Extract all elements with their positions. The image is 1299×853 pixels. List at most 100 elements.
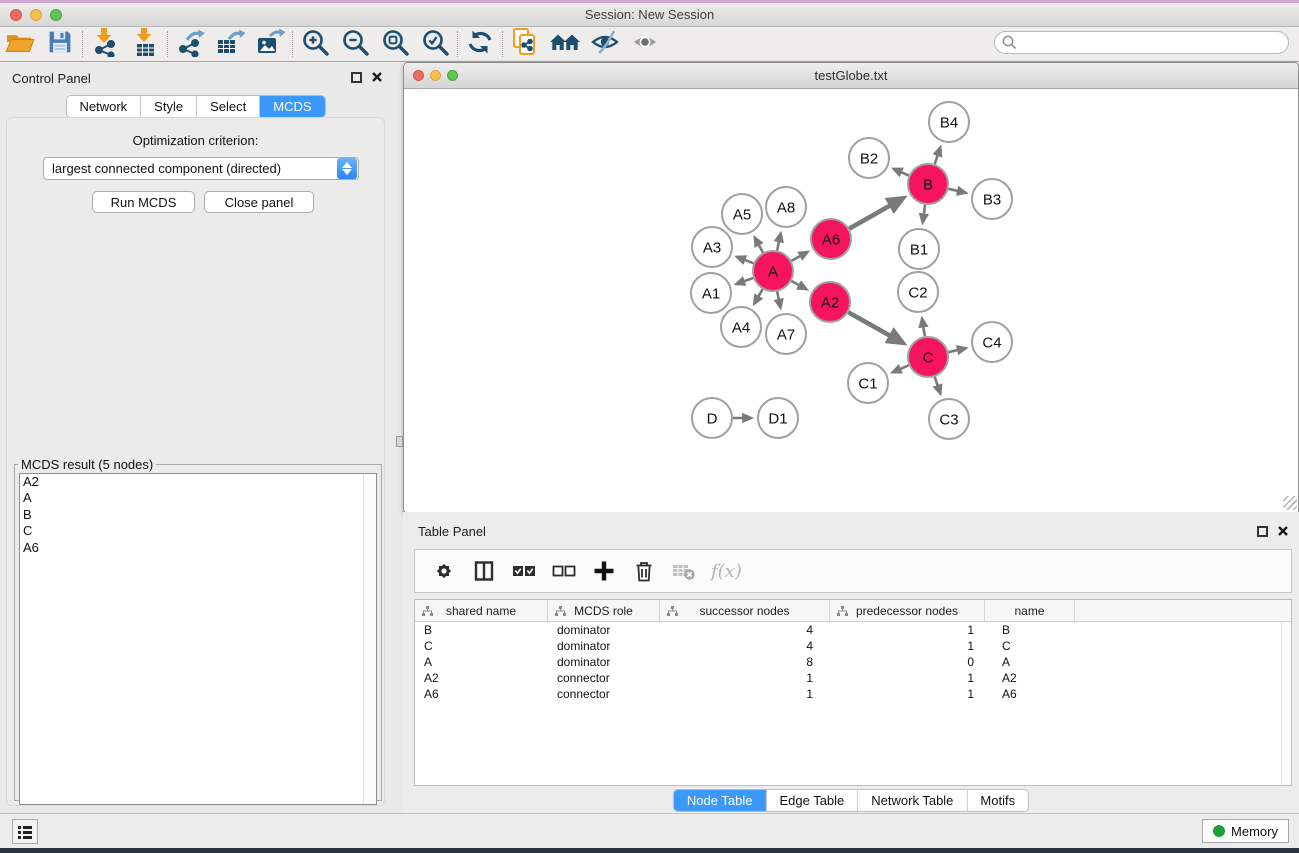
table-cell[interactable]: A2 — [985, 670, 1075, 686]
export-network-button[interactable] — [170, 29, 210, 60]
column-header-mcds-role[interactable]: MCDS role — [548, 600, 660, 621]
import-network-button[interactable] — [85, 29, 125, 60]
close-panel-icon[interactable] — [1277, 525, 1289, 537]
network-minimize-button[interactable] — [430, 70, 441, 81]
table-cell[interactable]: 1 — [830, 670, 985, 686]
graph-edge-B-B1[interactable] — [923, 205, 925, 223]
export-image-button[interactable] — [250, 29, 290, 60]
hide-graphics-details-button[interactable] — [585, 29, 625, 60]
graph-edge-B-B3[interactable] — [948, 189, 965, 193]
table-cell[interactable]: C — [415, 638, 548, 654]
mcds-result-item-C[interactable]: C — [20, 523, 376, 539]
graph-edge-B-B4[interactable] — [935, 148, 941, 165]
zoom-fit-button[interactable] — [375, 29, 415, 60]
graph-edge-A-A7[interactable] — [777, 292, 780, 308]
zoom-in-button[interactable] — [295, 29, 335, 60]
graph-edge-A2-C[interactable] — [848, 312, 902, 343]
graph-edge-C-C4[interactable] — [948, 348, 965, 352]
tab-network[interactable]: Network — [66, 96, 141, 117]
table-cell[interactable]: 4 — [660, 622, 830, 638]
table-cell[interactable]: A — [415, 654, 548, 670]
table-cell[interactable]: B — [415, 622, 548, 638]
close-panel-icon[interactable] — [371, 71, 383, 83]
float-panel-icon[interactable] — [1257, 526, 1268, 537]
graph-edge-C-C2[interactable] — [922, 319, 925, 337]
graph-edge-A-A2[interactable] — [791, 281, 806, 289]
column-header-shared-name[interactable]: shared name — [415, 600, 548, 621]
table-cell[interactable]: 8 — [660, 654, 830, 670]
graph-edge-A6-B[interactable] — [849, 198, 903, 228]
graph-node-B3[interactable]: B3 — [972, 179, 1012, 219]
table-row-A[interactable]: Adominator80A — [415, 654, 1291, 670]
table-cell[interactable]: 1 — [660, 670, 830, 686]
graph-node-A7[interactable]: A7 — [766, 314, 806, 354]
window-resize-grip[interactable] — [1283, 496, 1297, 510]
search-input[interactable] — [994, 31, 1289, 54]
close-window-button[interactable] — [10, 9, 22, 21]
delete-column-button[interactable] — [631, 558, 657, 584]
tab-select[interactable]: Select — [197, 96, 260, 117]
graph-node-A2[interactable]: A2 — [810, 282, 850, 322]
graph-node-A1[interactable]: A1 — [691, 273, 731, 313]
table-cell[interactable]: 1 — [830, 686, 985, 702]
table-cell[interactable]: 1 — [660, 686, 830, 702]
table-cell[interactable]: A — [985, 654, 1075, 670]
table-cell[interactable]: connector — [548, 686, 660, 702]
zoom-selected-button[interactable] — [415, 29, 455, 60]
table-cell[interactable]: 4 — [660, 638, 830, 654]
table-row-A6[interactable]: A6connector11A6 — [415, 686, 1291, 702]
graph-node-A4[interactable]: A4 — [721, 307, 761, 347]
open-session-button[interactable] — [0, 29, 40, 60]
table-cell[interactable]: C — [985, 638, 1075, 654]
table-cell[interactable]: 1 — [830, 622, 985, 638]
graph-edge-A-A1[interactable] — [736, 278, 753, 284]
tab-network-table[interactable]: Network Table — [858, 790, 967, 811]
task-history-button[interactable] — [12, 819, 38, 844]
network-canvas[interactable]: B4B2BB3A8A5A6A3B1AC2A1A2A4A7C4CC1C3DD1 — [405, 89, 1298, 512]
graph-node-D1[interactable]: D1 — [758, 398, 798, 438]
graph-edge-A-A5[interactable] — [755, 238, 763, 253]
table-cell[interactable]: B — [985, 622, 1075, 638]
tab-node-table[interactable]: Node Table — [674, 790, 767, 811]
run-mcds-button[interactable]: Run MCDS — [92, 191, 195, 213]
graph-node-B[interactable]: B — [908, 164, 948, 204]
graph-edge-C-C1[interactable] — [893, 365, 909, 372]
mcds-result-scrollbar[interactable] — [363, 474, 376, 804]
save-session-button[interactable] — [40, 29, 80, 60]
graph-node-A[interactable]: A — [753, 251, 793, 291]
table-row-C[interactable]: Cdominator41C — [415, 638, 1291, 654]
network-close-button[interactable] — [413, 70, 424, 81]
mcds-result-item-A2[interactable]: A2 — [20, 474, 376, 490]
mcds-result-item-B[interactable]: B — [20, 507, 376, 523]
table-cell[interactable]: connector — [548, 670, 660, 686]
tab-style[interactable]: Style — [141, 96, 197, 117]
tab-edge-table[interactable]: Edge Table — [766, 790, 858, 811]
mcds-result-item-A[interactable]: A — [20, 490, 376, 506]
table-cell[interactable]: dominator — [548, 638, 660, 654]
close-panel-button[interactable]: Close panel — [204, 191, 314, 213]
graph-node-C1[interactable]: C1 — [848, 363, 888, 403]
float-panel-icon[interactable] — [351, 72, 362, 83]
table-row-B[interactable]: Bdominator41B — [415, 622, 1291, 638]
graph-edge-A-A8[interactable] — [777, 234, 780, 251]
table-cell[interactable]: A6 — [985, 686, 1075, 702]
show-graphics-details-button[interactable] — [625, 29, 665, 60]
graph-edge-B-B2[interactable] — [894, 169, 909, 176]
table-cell[interactable]: 0 — [830, 654, 985, 670]
graph-node-B1[interactable]: B1 — [899, 229, 939, 269]
select-all-columns-button[interactable] — [511, 558, 537, 584]
table-cell[interactable]: dominator — [548, 622, 660, 638]
refresh-button[interactable] — [460, 29, 500, 60]
graph-node-A6[interactable]: A6 — [811, 219, 851, 259]
graph-edge-A-A4[interactable] — [754, 289, 762, 303]
column-header-name[interactable]: name — [985, 600, 1075, 621]
unselect-all-columns-button[interactable] — [551, 558, 577, 584]
create-column-button[interactable] — [591, 558, 617, 584]
show-column-panel-button[interactable] — [471, 558, 497, 584]
splitter-handle[interactable] — [396, 436, 403, 447]
import-table-button[interactable] — [125, 29, 165, 60]
zoom-window-button[interactable] — [50, 9, 62, 21]
graph-node-A3[interactable]: A3 — [692, 227, 732, 267]
graph-node-D[interactable]: D — [692, 398, 732, 438]
graph-edge-C-C3[interactable] — [935, 377, 941, 394]
